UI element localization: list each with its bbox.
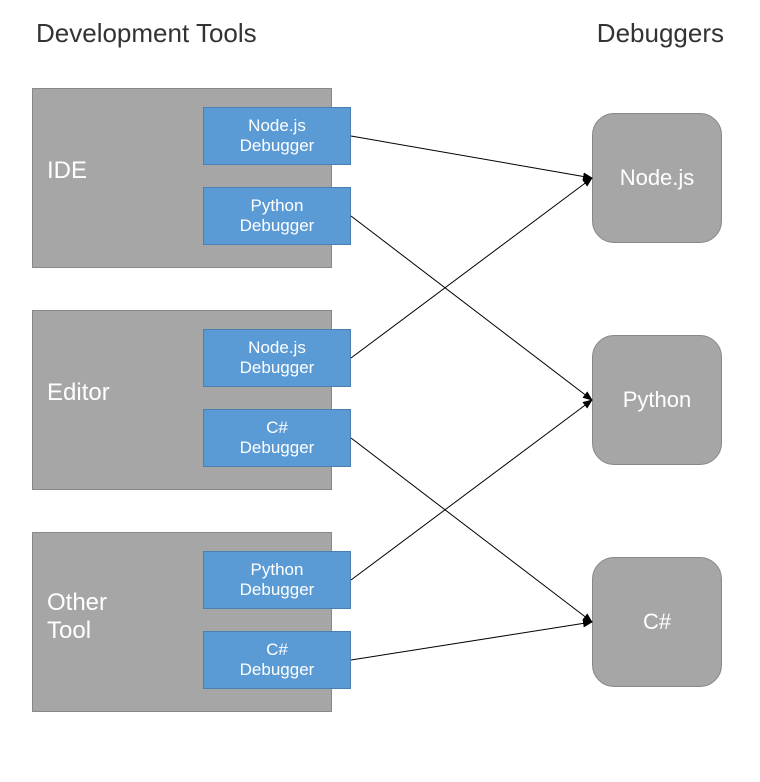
debugger-ide-python: PythonDebugger bbox=[203, 187, 351, 245]
debugger-ide-nodejs: Node.jsDebugger bbox=[203, 107, 351, 165]
header-development-tools: Development Tools bbox=[36, 18, 257, 49]
tool-label-editor: Editor bbox=[47, 379, 110, 407]
debugger-editor-nodejs: Node.jsDebugger bbox=[203, 329, 351, 387]
debugger-other-python: PythonDebugger bbox=[203, 551, 351, 609]
tool-box-editor: Editor Node.jsDebugger C#Debugger bbox=[32, 310, 332, 490]
debugger-editor-csharp: C#Debugger bbox=[203, 409, 351, 467]
target-python: Python bbox=[592, 335, 722, 465]
tool-box-other: OtherTool PythonDebugger C#Debugger bbox=[32, 532, 332, 712]
target-csharp: C# bbox=[592, 557, 722, 687]
target-nodejs: Node.js bbox=[592, 113, 722, 243]
debugger-other-csharp: C#Debugger bbox=[203, 631, 351, 689]
tool-label-other: OtherTool bbox=[47, 589, 107, 645]
header-debuggers: Debuggers bbox=[597, 18, 724, 49]
tool-label-ide: IDE bbox=[47, 157, 87, 185]
tool-box-ide: IDE Node.jsDebugger PythonDebugger bbox=[32, 88, 332, 268]
